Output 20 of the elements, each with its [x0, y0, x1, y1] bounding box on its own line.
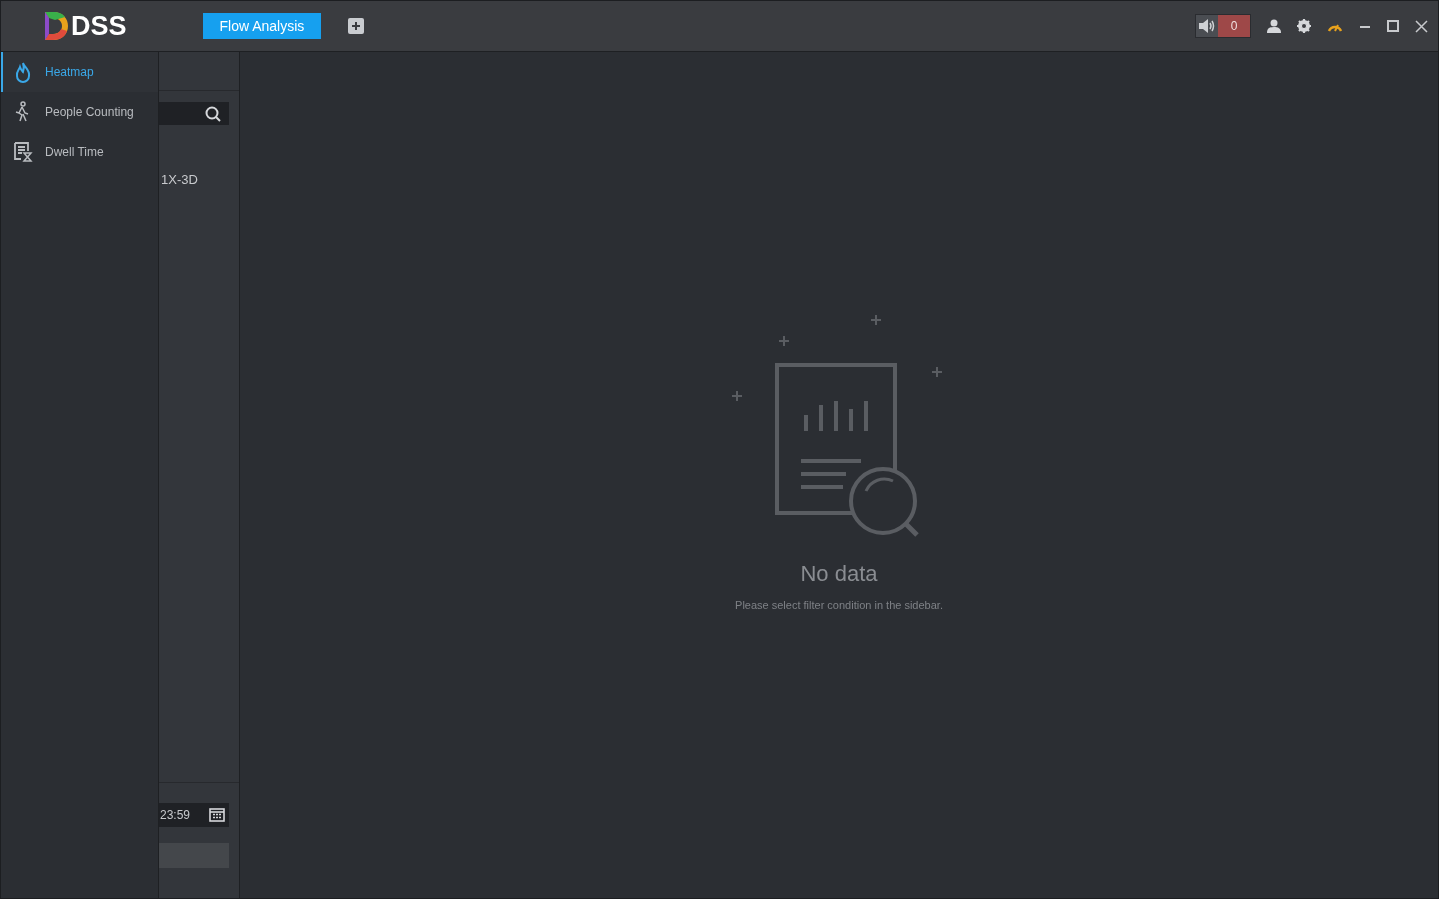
user-icon[interactable] [1267, 19, 1281, 33]
menu-item[interactable]: Dwell Time [1, 132, 158, 172]
logo-text: DSS [71, 10, 127, 42]
empty-state-message: Please select filter condition in the sidebar. [735, 599, 943, 611]
plus-icon [351, 21, 362, 31]
list-hourglass-icon [13, 141, 33, 163]
calendar-icon[interactable] [209, 808, 225, 822]
menu-item[interactable]: People Counting [1, 92, 158, 132]
empty-state-title: No data [800, 561, 878, 587]
menu-item[interactable]: Heatmap [1, 52, 158, 92]
module-tab[interactable]: Flow Analysis [202, 13, 322, 39]
logo-icon [43, 10, 69, 42]
add-tab-button[interactable] [348, 18, 365, 34]
alarm-count[interactable]: 0 [1218, 15, 1250, 37]
close-icon[interactable] [1415, 19, 1428, 33]
sound-button[interactable] [1196, 15, 1218, 37]
search-icon[interactable] [205, 105, 221, 122]
maximize-icon[interactable] [1387, 20, 1399, 32]
flame-icon [13, 61, 33, 83]
settings-icon[interactable] [1297, 19, 1311, 33]
